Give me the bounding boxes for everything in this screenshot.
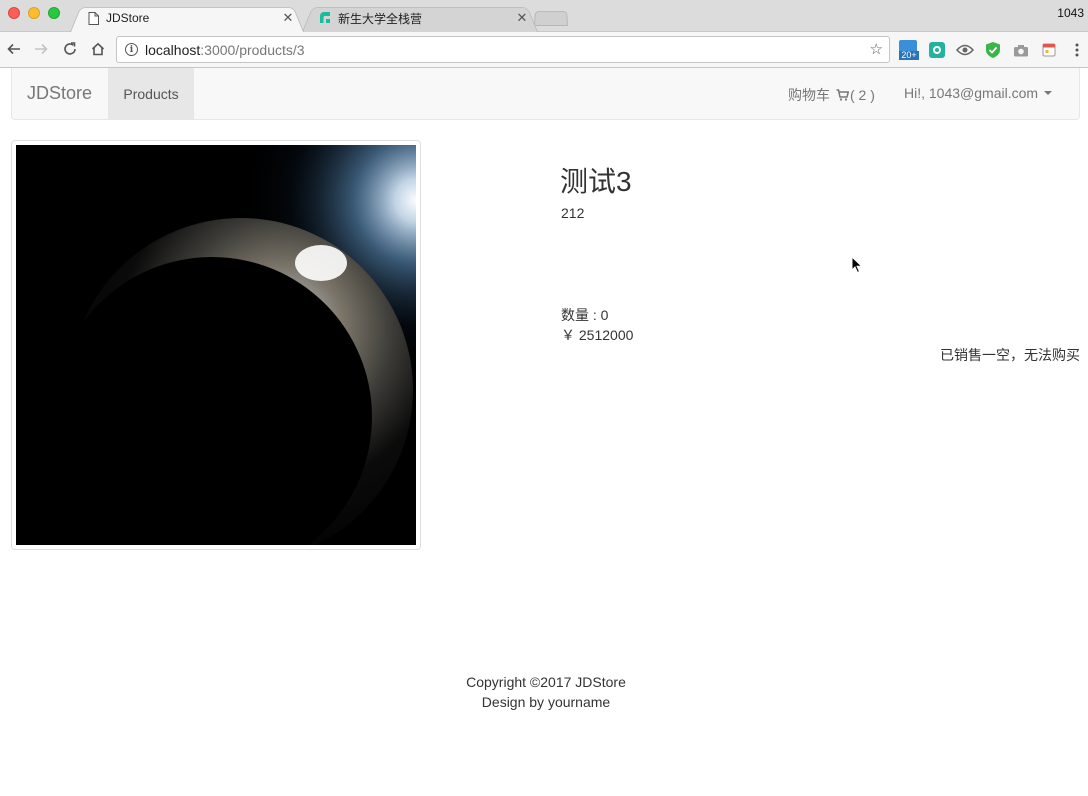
caret-down-icon: [1044, 91, 1053, 95]
tab-title: 新生大学全栈营: [338, 11, 423, 26]
maximize-window-button[interactable]: [48, 7, 60, 19]
bookmark-star-icon[interactable]: ☆: [870, 40, 883, 58]
product-quantity: 数量 : 0: [561, 307, 609, 323]
translate-extension-icon[interactable]: [928, 41, 946, 59]
reload-icon[interactable]: [61, 40, 79, 58]
new-tab-button[interactable]: [534, 10, 568, 26]
shopping-cart-icon: [836, 89, 849, 101]
browser-titlebar: JDStore ✕ 新生大学全栈营 ✕ 1043: [0, 0, 1088, 32]
eye-extension-icon[interactable]: [956, 41, 974, 59]
site-navbar: JDStore Products 购物车 ( 2 ) Hi!, 1043@gma…: [11, 68, 1080, 120]
mouse-cursor-icon: [851, 255, 863, 274]
brand-logo-icon: [318, 11, 332, 25]
close-window-button[interactable]: [8, 7, 20, 19]
home-icon[interactable]: [89, 40, 107, 58]
address-bar[interactable]: i localhost:3000/products/3 ☆: [116, 36, 890, 63]
forward-arrow-icon[interactable]: [32, 40, 50, 58]
tab-title: JDStore: [106, 11, 150, 25]
back-arrow-icon[interactable]: [5, 40, 23, 58]
page-icon: [86, 11, 100, 25]
calendar-extension-icon[interactable]: [1040, 41, 1058, 59]
nav-products-link[interactable]: Products: [108, 68, 194, 119]
close-tab-icon[interactable]: ✕: [282, 10, 294, 26]
extension-badge-icon[interactable]: 20+: [899, 40, 919, 60]
tab-xinsheng[interactable]: 新生大学全栈营 ✕: [302, 4, 538, 32]
footer-design-credit: Design by yourname: [481, 694, 611, 710]
camera-extension-icon[interactable]: [1012, 41, 1030, 59]
site-footer: Copyright ©2017 JDStore Design by yourna…: [0, 672, 1088, 712]
tab-jdstore[interactable]: JDStore ✕: [70, 4, 304, 32]
product-image-thumbnail: [11, 140, 421, 550]
minimize-window-button[interactable]: [28, 7, 40, 19]
browser-toolbar: i localhost:3000/products/3 ☆ 20+: [0, 32, 1088, 68]
site-info-icon[interactable]: i: [125, 43, 138, 56]
close-tab-icon[interactable]: ✕: [516, 10, 528, 26]
footer-copyright: Copyright ©2017 JDStore: [466, 674, 626, 690]
user-dropdown[interactable]: Hi!, 1043@gmail.com: [904, 85, 1053, 101]
brand-link[interactable]: JDStore: [27, 83, 92, 104]
menu-bar-clock: 1043: [1057, 6, 1084, 20]
extension-badge-count: 20+: [899, 51, 919, 60]
product-price: ￥ 2512000: [561, 327, 634, 343]
address-url: localhost:3000/products/3: [145, 41, 305, 58]
sold-out-notice: 已销售一空，无法购买: [940, 347, 1080, 363]
product-image: [16, 145, 416, 545]
user-greeting: Hi!, 1043@gmail.com: [904, 85, 1039, 101]
shield-extension-icon[interactable]: [984, 41, 1002, 59]
cart-label: 购物车: [788, 87, 830, 103]
cart-link[interactable]: 购物车 ( 2 ): [788, 85, 875, 105]
cart-count: ( 2 ): [850, 87, 875, 103]
browser-menu-icon[interactable]: [1068, 41, 1086, 59]
product-title: 测试3: [560, 166, 632, 197]
product-description: 212: [561, 205, 585, 221]
